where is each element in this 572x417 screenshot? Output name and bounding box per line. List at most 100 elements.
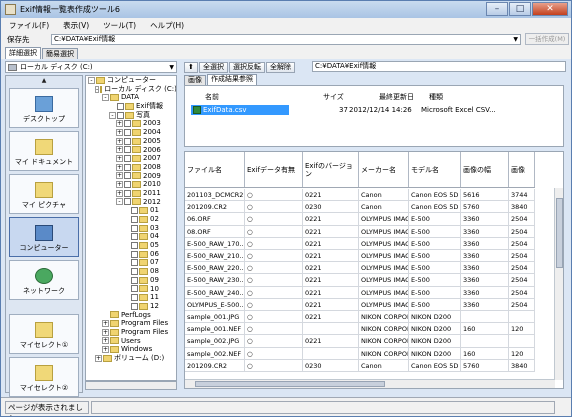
tree-node[interactable]: 09 xyxy=(86,276,176,285)
tree-node[interactable]: + Program Files xyxy=(86,319,176,328)
column-name[interactable]: 名前 xyxy=(205,92,219,102)
close-button[interactable]: ✕ xyxy=(532,2,568,16)
collapse-icon[interactable]: - xyxy=(102,94,109,102)
tree-node[interactable]: +2010 xyxy=(86,180,176,189)
tree-checkbox[interactable] xyxy=(124,137,131,145)
expand-icon[interactable]: + xyxy=(116,120,123,128)
tree-node[interactable]: 04 xyxy=(86,232,176,241)
table-row[interactable]: 201103_DCMCR2○0221CanonCanon EOS 5D ...5… xyxy=(185,189,535,202)
menu-help[interactable]: ヘルプ(H) xyxy=(150,20,184,31)
invert-selection-button[interactable]: 選択反転 xyxy=(229,61,265,73)
tab-detail-select[interactable]: 詳細選択 xyxy=(5,47,41,59)
table-row[interactable]: 08.ORF○0221OLYMPUS IMAGI...E-50033602504 xyxy=(185,225,535,238)
tree-node[interactable]: Exif情報 xyxy=(86,102,176,111)
tree-node[interactable]: - コンピューター xyxy=(86,76,176,85)
save-path-select[interactable]: C:¥DATA¥Exif情報 ▼ xyxy=(51,33,521,45)
tree-node[interactable]: 11 xyxy=(86,293,176,302)
menu-file[interactable]: ファイル(F) xyxy=(9,20,49,31)
grid-horizontal-scrollbar[interactable] xyxy=(185,379,555,388)
tree-node[interactable]: + Users xyxy=(86,337,176,346)
grid-vertical-scrollbar[interactable] xyxy=(554,188,563,380)
tree-checkbox[interactable] xyxy=(131,285,138,293)
tree-node[interactable]: 05 xyxy=(86,241,176,250)
tree-node[interactable]: 01 xyxy=(86,206,176,215)
tree-node[interactable]: 12 xyxy=(86,302,176,311)
batch-create-button[interactable]: 一括作成(M) xyxy=(525,33,569,45)
tree-node[interactable]: + Program Files xyxy=(86,328,176,337)
tree-checkbox[interactable] xyxy=(131,259,138,267)
place-desktop[interactable]: デスクトップ xyxy=(9,88,79,128)
table-row[interactable]: E-500_RAW_220...○0221OLYMPUS IMAGI...E-5… xyxy=(185,262,535,275)
tree-checkbox[interactable] xyxy=(124,181,131,189)
scroll-up-icon[interactable]: ▲ xyxy=(6,76,82,85)
collapse-icon[interactable]: - xyxy=(109,111,116,119)
expand-icon[interactable]: + xyxy=(116,155,123,163)
tree-checkbox[interactable] xyxy=(117,111,124,119)
table-row[interactable]: sample_001.JPG○0221NIKON CORPOR...NIKON … xyxy=(185,311,535,324)
tree-checkbox[interactable] xyxy=(124,198,131,206)
tree-node[interactable]: 08 xyxy=(86,267,176,276)
tree-node[interactable]: +2004 xyxy=(86,128,176,137)
tree-checkbox[interactable] xyxy=(124,172,131,180)
expand-icon[interactable]: + xyxy=(116,137,123,145)
tree-node[interactable]: +2003 xyxy=(86,119,176,128)
column-modified[interactable]: 最終更新日 xyxy=(379,92,414,102)
tree-checkbox[interactable] xyxy=(131,276,138,284)
maximize-button[interactable]: □ xyxy=(509,2,531,16)
tree-node[interactable]: +2006 xyxy=(86,146,176,155)
expand-icon[interactable]: + xyxy=(102,328,109,336)
table-row[interactable]: E-500_RAW_230...○0221OLYMPUS IMAGI...E-5… xyxy=(185,274,535,287)
tree-checkbox[interactable] xyxy=(124,120,131,128)
table-row[interactable]: sample_002.NEF○ NIKON CORPOR...NIKON D200… xyxy=(185,347,535,360)
output-file-row[interactable]: ExifData.csv 37 2012/12/14 14:26 Microso… xyxy=(191,105,561,115)
tree-checkbox[interactable] xyxy=(131,215,138,223)
collapse-icon[interactable]: - xyxy=(116,198,123,206)
scrollbar-thumb[interactable] xyxy=(556,198,563,268)
tree-node[interactable]: 03 xyxy=(86,224,176,233)
table-row[interactable]: E-500_RAW_240...○0221OLYMPUS IMAGI...E-5… xyxy=(185,286,535,299)
tree-node[interactable]: - 2012 xyxy=(86,198,176,207)
expand-icon[interactable]: + xyxy=(102,320,109,328)
grid-column-header[interactable]: ファイル名 xyxy=(185,152,245,187)
tree-checkbox[interactable] xyxy=(131,241,138,249)
tree-node[interactable]: +2005 xyxy=(86,137,176,146)
expand-icon[interactable]: + xyxy=(95,354,102,362)
tree-node[interactable]: - DATA xyxy=(86,93,176,102)
expand-icon[interactable]: + xyxy=(102,346,109,354)
tree-checkbox[interactable] xyxy=(131,250,138,258)
select-all-button[interactable]: 全選択 xyxy=(199,61,228,73)
table-row[interactable]: E-500_RAW_210...○0221OLYMPUS IMAGI...E-5… xyxy=(185,250,535,263)
expand-icon[interactable]: + xyxy=(116,146,123,154)
table-row[interactable]: 201209.CR2○0230CanonCanon EOS 5D ...5760… xyxy=(185,359,535,372)
grid-column-header[interactable]: メーカー名 xyxy=(359,152,409,187)
place-my-select-1[interactable]: マイセレクト① xyxy=(9,314,79,354)
expand-icon[interactable]: + xyxy=(116,128,123,136)
place-my-select-2[interactable]: マイセレクト② xyxy=(9,357,79,397)
tree-checkbox[interactable] xyxy=(124,146,131,154)
tree-checkbox[interactable] xyxy=(117,102,124,110)
folder-up-button[interactable]: ⬆ xyxy=(184,61,198,73)
expand-icon[interactable]: + xyxy=(116,172,123,180)
tree-node[interactable]: + ボリューム (D:) xyxy=(86,354,176,363)
tree-node[interactable]: +2011 xyxy=(86,189,176,198)
current-path-field[interactable]: C:¥DATA¥Exif情報 xyxy=(312,61,566,72)
tab-output-results[interactable]: 作成結果参照 xyxy=(207,74,257,85)
place-my-pictures[interactable]: マイ ピクチャ xyxy=(9,174,79,214)
place-network[interactable]: ネットワーク xyxy=(9,260,79,300)
tree-checkbox[interactable] xyxy=(131,267,138,275)
tree-node[interactable]: 06 xyxy=(86,250,176,259)
table-row[interactable]: 06.ORF○0221OLYMPUS IMAGI...E-50033602504 xyxy=(185,213,535,226)
tree-checkbox[interactable] xyxy=(124,128,131,136)
tree-checkbox[interactable] xyxy=(131,233,138,241)
menu-view[interactable]: 表示(V) xyxy=(63,20,89,31)
tree-checkbox[interactable] xyxy=(131,224,138,232)
collapse-icon[interactable]: - xyxy=(95,85,100,93)
clear-selection-button[interactable]: 全解除 xyxy=(266,61,295,73)
grid-column-header[interactable]: 画像の幅 xyxy=(461,152,509,187)
place-my-documents[interactable]: マイ ドキュメント xyxy=(9,131,79,171)
tree-node[interactable]: 10 xyxy=(86,285,176,294)
table-row[interactable]: E-500_RAW_170...○0221OLYMPUS IMAGI...E-5… xyxy=(185,237,535,250)
tree-node[interactable]: 07 xyxy=(86,258,176,267)
tree-horizontal-scrollbar[interactable] xyxy=(85,381,177,390)
expand-icon[interactable]: + xyxy=(102,337,109,345)
